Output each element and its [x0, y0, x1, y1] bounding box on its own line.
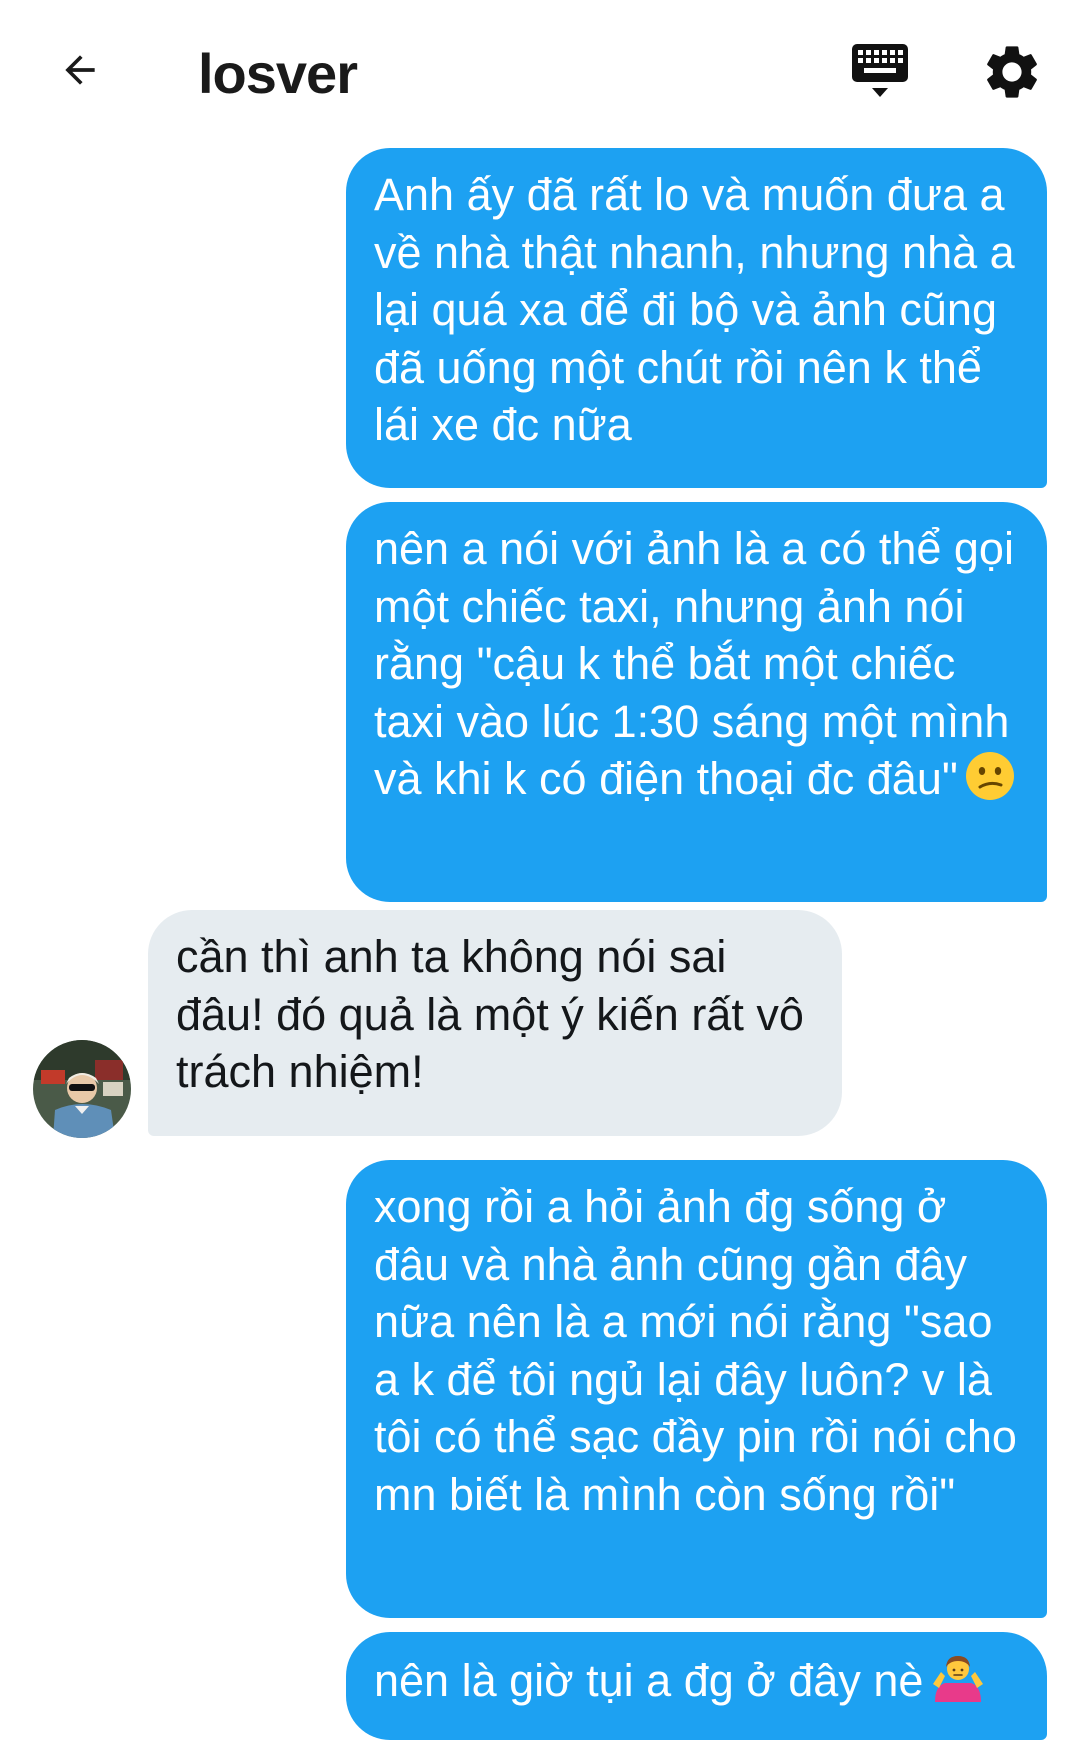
message-bubble-outgoing[interactable]: nên a nói với ảnh là a có thể gọi một ch… [346, 502, 1047, 902]
back-button[interactable] [50, 40, 110, 100]
message-text: nên a nói với ảnh là a có thể gọi một ch… [374, 523, 1014, 804]
message-text: nên là giờ tụi a đg ở đây nè [374, 1655, 924, 1706]
gear-icon [987, 46, 1037, 98]
keyboard-icon [852, 44, 908, 97]
confused-face-icon [965, 752, 1014, 800]
conversation-title: losver [198, 42, 358, 105]
message-text: xong rồi a hỏi ảnh đg sống ở đâu và nhà … [374, 1181, 1017, 1520]
settings-button[interactable] [980, 40, 1044, 104]
message-bubble-outgoing[interactable]: nên là giờ tụi a đg ở đây nè [346, 1632, 1047, 1740]
arrow-left-icon [65, 55, 95, 85]
message-text: Anh ấy đã rất lo và muốn đưa a về nhà th… [374, 169, 1015, 450]
message-text: cần thì anh ta không nói sai đâu! đó quả… [176, 931, 804, 1097]
message-bubble-incoming[interactable]: cần thì anh ta không nói sai đâu! đó quả… [148, 910, 842, 1136]
message-bubble-outgoing[interactable]: xong rồi a hỏi ảnh đg sống ở đâu và nhà … [346, 1160, 1047, 1618]
avatar[interactable] [33, 1040, 131, 1138]
message-bubble-outgoing[interactable]: Anh ấy đã rất lo và muốn đưa a về nhà th… [346, 148, 1047, 488]
top-bar: losver [0, 0, 1080, 140]
keyboard-button[interactable] [848, 40, 912, 104]
person-shrugging-icon [933, 1656, 984, 1702]
